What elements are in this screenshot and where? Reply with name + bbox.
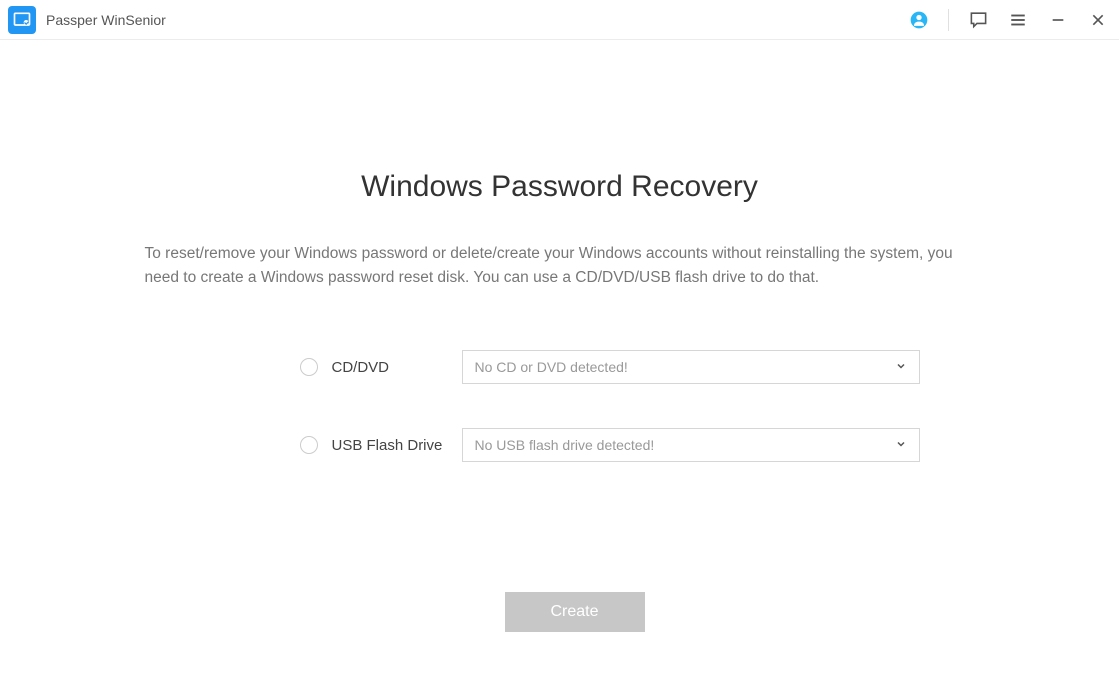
label-usb: USB Flash Drive <box>332 437 462 454</box>
titlebar-left: Passper WinSenior <box>8 6 166 34</box>
dropdown-usb-text: No USB flash drive detected! <box>475 437 895 453</box>
main-content: Windows Password Recovery To reset/remov… <box>0 40 1119 632</box>
menu-icon[interactable] <box>1005 7 1031 33</box>
titlebar: Passper WinSenior <box>0 0 1119 40</box>
app-title: Passper WinSenior <box>46 12 166 28</box>
media-options: CD/DVD No CD or DVD detected! USB Flash … <box>300 350 920 462</box>
dropdown-cd-dvd-text: No CD or DVD detected! <box>475 359 895 375</box>
option-usb: USB Flash Drive No USB flash drive detec… <box>300 428 920 462</box>
page-description: To reset/remove your Windows password or… <box>145 242 975 290</box>
chevron-down-icon <box>895 360 907 375</box>
create-button[interactable]: Create <box>505 592 645 632</box>
dropdown-cd-dvd[interactable]: No CD or DVD detected! <box>462 350 920 384</box>
titlebar-divider <box>948 9 949 31</box>
app-icon <box>8 6 36 34</box>
page-title: Windows Password Recovery <box>361 170 758 204</box>
radio-usb[interactable] <box>300 436 318 454</box>
user-icon[interactable] <box>906 7 932 33</box>
label-cd-dvd: CD/DVD <box>332 359 462 376</box>
create-wrapper: Create <box>300 462 920 632</box>
chevron-down-icon <box>895 438 907 453</box>
option-cd-dvd: CD/DVD No CD or DVD detected! <box>300 350 920 384</box>
titlebar-controls <box>906 7 1111 33</box>
close-icon[interactable] <box>1085 7 1111 33</box>
feedback-icon[interactable] <box>965 7 991 33</box>
dropdown-usb[interactable]: No USB flash drive detected! <box>462 428 920 462</box>
minimize-icon[interactable] <box>1045 7 1071 33</box>
radio-cd-dvd[interactable] <box>300 358 318 376</box>
